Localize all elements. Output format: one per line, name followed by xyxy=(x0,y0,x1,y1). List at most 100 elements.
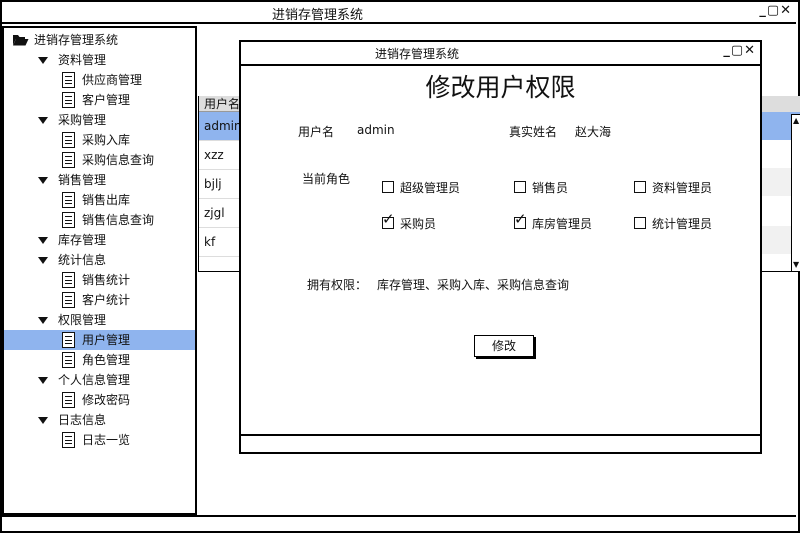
tree-group-label: 权限管理 xyxy=(58,313,107,327)
document-icon xyxy=(62,192,75,208)
tree-group[interactable]: 权限管理 xyxy=(4,310,195,330)
users-table: 用户名 admin xzz bjlj zjgl kf xyxy=(198,96,242,272)
tree-item[interactable]: 销售统计 xyxy=(4,270,195,290)
document-icon xyxy=(62,92,75,108)
modify-button[interactable]: 修改 xyxy=(474,335,534,357)
tree-group-label: 统计信息 xyxy=(58,253,107,267)
tree-item[interactable]: 客户统计 xyxy=(4,290,195,310)
username-value: admin xyxy=(357,123,395,137)
table-row[interactable]: xzz xyxy=(199,141,242,170)
tree-item[interactable]: 供应商管理 xyxy=(4,70,195,90)
triangle-down-icon[interactable] xyxy=(38,237,48,244)
table-row[interactable]: admin xyxy=(199,112,242,141)
document-icon xyxy=(62,72,75,88)
table-row[interactable]: bjlj xyxy=(199,170,242,199)
tree-group[interactable]: 个人信息管理 xyxy=(4,370,195,390)
triangle-down-icon[interactable] xyxy=(38,57,48,64)
checkbox-box[interactable] xyxy=(514,181,526,193)
tree-item-label: 客户统计 xyxy=(82,293,131,307)
dialog-title: 进销存管理系统 xyxy=(375,47,460,61)
role-label-text: 统计管理员 xyxy=(652,217,713,231)
document-icon xyxy=(62,212,75,228)
tree-item-label: 修改密码 xyxy=(82,393,131,407)
tree-group[interactable]: 统计信息 xyxy=(4,250,195,270)
tree-item-label: 用户管理 xyxy=(82,333,131,347)
tree-group-label: 个人信息管理 xyxy=(58,373,131,387)
tree-group[interactable]: 库存管理 xyxy=(4,230,195,250)
tree-item[interactable]: 用户管理 xyxy=(4,330,195,350)
document-icon xyxy=(62,432,75,448)
tree-root-label: 进销存管理系统 xyxy=(34,33,119,47)
window-controls[interactable]: _▢✕ xyxy=(759,3,792,18)
username-label: 用户名 xyxy=(298,125,335,139)
window-title: 进销存管理系统 xyxy=(272,8,364,23)
scroll-down-icon[interactable]: ▼ xyxy=(793,261,799,269)
role-label-text: 超级管理员 xyxy=(400,181,461,195)
tree-item-label: 采购入库 xyxy=(82,133,131,147)
tree-item[interactable]: 角色管理 xyxy=(4,350,195,370)
checkbox-box[interactable] xyxy=(634,217,646,229)
tree-group[interactable]: 资料管理 xyxy=(4,50,195,70)
checkmark-icon: ✓ xyxy=(382,210,395,228)
tree-group-label: 采购管理 xyxy=(58,113,107,127)
table-header-username[interactable]: 用户名 xyxy=(199,96,242,112)
users-table-rows: 用户名 admin xzz bjlj zjgl kf xyxy=(199,96,242,257)
triangle-down-icon[interactable] xyxy=(38,117,48,124)
tree-item-label: 销售信息查询 xyxy=(82,213,155,227)
checkmark-icon: ✓ xyxy=(514,210,527,228)
scroll-up-icon[interactable]: ▲ xyxy=(793,117,799,125)
role-label-text: 采购员 xyxy=(400,217,437,231)
tree-item-label: 销售统计 xyxy=(82,273,131,287)
checkbox-box[interactable] xyxy=(634,181,646,193)
tree-item-label: 供应商管理 xyxy=(82,73,143,87)
role-label-text: 销售员 xyxy=(532,181,569,195)
tree-item-label: 日志一览 xyxy=(82,433,131,447)
dialog-titlebar: 进销存管理系统 _▢✕ xyxy=(241,42,760,66)
triangle-down-icon[interactable] xyxy=(38,177,48,184)
document-icon xyxy=(62,152,75,168)
dialog-controls[interactable]: _▢✕ xyxy=(723,43,756,58)
permissions-label: 拥有权限： xyxy=(307,278,368,292)
folder-open-icon xyxy=(13,35,29,46)
checkbox-box[interactable]: ✓ xyxy=(382,212,395,229)
realname-label: 真实姓名 xyxy=(509,125,558,139)
tree-group-label: 资料管理 xyxy=(58,53,107,67)
tree-group[interactable]: 日志信息 xyxy=(4,410,195,430)
table-row[interactable]: kf xyxy=(199,228,242,257)
checkbox-box[interactable] xyxy=(382,181,394,193)
document-icon xyxy=(62,132,75,148)
sidebar-tree: 进销存管理系统资料管理供应商管理客户管理采购管理采购入库采购信息查询销售管理销售… xyxy=(2,26,197,515)
document-icon xyxy=(62,272,75,288)
triangle-down-icon[interactable] xyxy=(38,377,48,384)
triangle-down-icon[interactable] xyxy=(38,257,48,264)
tree-group[interactable]: 销售管理 xyxy=(4,170,195,190)
tree-item[interactable]: 日志一览 xyxy=(4,430,195,450)
realname-value: 赵大海 xyxy=(575,125,612,139)
tree-item[interactable]: 修改密码 xyxy=(4,390,195,410)
tree-item[interactable]: 采购信息查询 xyxy=(4,150,195,170)
tree-group-label: 销售管理 xyxy=(58,173,107,187)
role-label-text: 库房管理员 xyxy=(532,217,593,231)
table-row[interactable]: zjgl xyxy=(199,199,242,228)
tree-item[interactable]: 销售信息查询 xyxy=(4,210,195,230)
permissions-value: 库存管理、采购入库、采购信息查询 xyxy=(377,278,570,292)
tree-item-label: 销售出库 xyxy=(82,193,131,207)
tree-item-label: 客户管理 xyxy=(82,93,131,107)
status-bar xyxy=(2,515,796,517)
dialog-footer xyxy=(241,434,760,436)
tree-item[interactable]: 销售出库 xyxy=(4,190,195,210)
triangle-down-icon[interactable] xyxy=(38,317,48,324)
tree-group[interactable]: 采购管理 xyxy=(4,110,195,130)
table-scrollbar[interactable]: ▲ ▼ xyxy=(791,114,800,272)
tree-group-label: 日志信息 xyxy=(58,413,107,427)
checkbox-box[interactable]: ✓ xyxy=(514,212,527,229)
document-icon xyxy=(62,292,75,308)
tree-item[interactable]: 采购入库 xyxy=(4,130,195,150)
tree-item-label: 角色管理 xyxy=(82,353,131,367)
tree-item[interactable]: 客户管理 xyxy=(4,90,195,110)
tree-root[interactable]: 进销存管理系统 xyxy=(4,30,195,50)
triangle-down-icon[interactable] xyxy=(38,417,48,424)
document-icon xyxy=(62,332,75,348)
role-label-text: 资料管理员 xyxy=(652,181,713,195)
dialog-heading: 修改用户权限 xyxy=(425,73,576,102)
